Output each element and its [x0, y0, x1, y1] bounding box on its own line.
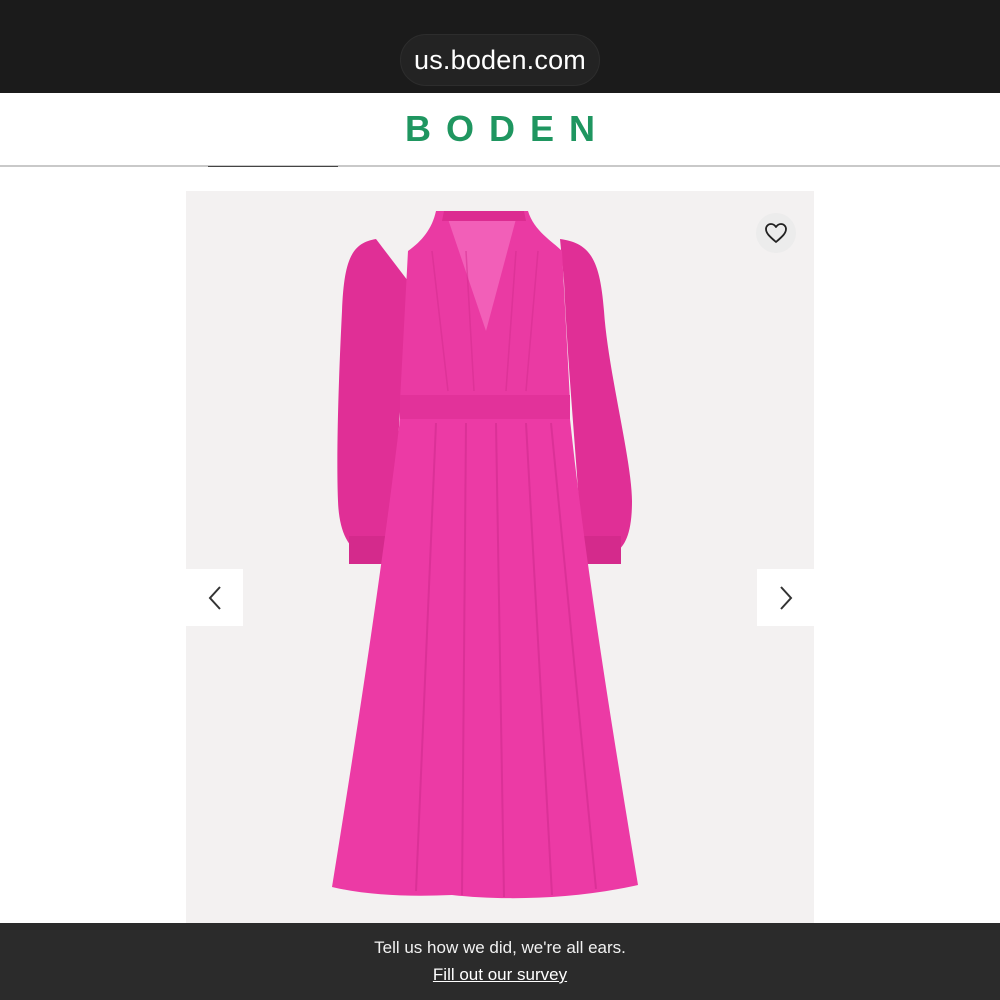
- address-bar[interactable]: us.boden.com: [400, 34, 600, 86]
- survey-message: Tell us how we did, we're all ears.: [374, 938, 626, 957]
- site-header: BODEN: [0, 93, 1000, 167]
- wishlist-button[interactable]: [756, 213, 796, 253]
- boden-logo[interactable]: BODEN: [390, 108, 610, 150]
- survey-link[interactable]: Fill out our survey: [0, 965, 1000, 985]
- breadcrumb-underline: [208, 166, 338, 170]
- chevron-right-icon: [779, 585, 792, 610]
- chevron-left-icon: [208, 585, 221, 610]
- product-image-gallery[interactable]: [186, 191, 814, 923]
- survey-banner: Tell us how we did, we're all ears. Fill…: [0, 923, 1000, 1000]
- previous-image-button[interactable]: [186, 569, 243, 626]
- heart-icon: [765, 223, 787, 243]
- browser-top-bar: us.boden.com: [0, 0, 1000, 93]
- url-text: us.boden.com: [413, 44, 586, 75]
- next-image-button[interactable]: [757, 569, 814, 626]
- product-image: [332, 211, 638, 899]
